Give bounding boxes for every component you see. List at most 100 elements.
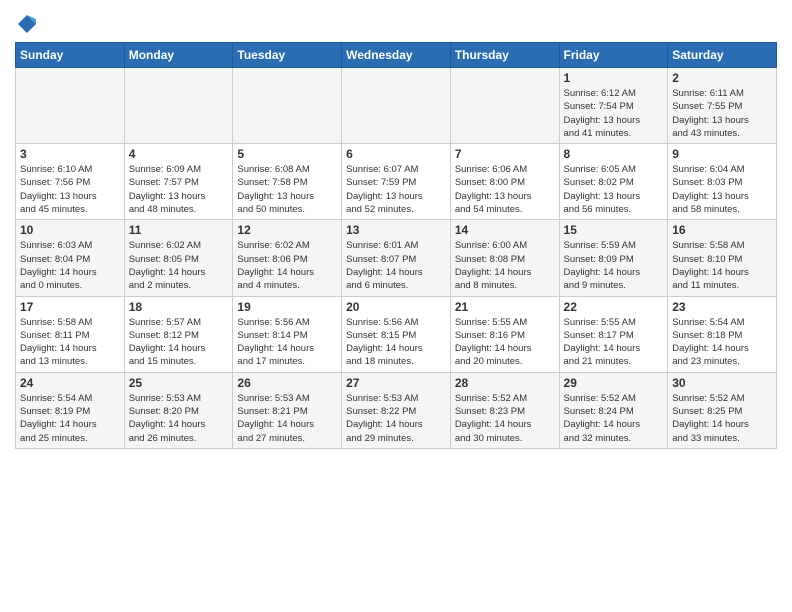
day-number: 10 bbox=[20, 223, 120, 237]
calendar-cell bbox=[124, 68, 233, 144]
day-number: 13 bbox=[346, 223, 446, 237]
day-info: Sunrise: 6:02 AM Sunset: 8:05 PM Dayligh… bbox=[129, 239, 229, 292]
calendar-cell bbox=[342, 68, 451, 144]
calendar-cell: 7Sunrise: 6:06 AM Sunset: 8:00 PM Daylig… bbox=[450, 144, 559, 220]
day-info: Sunrise: 6:05 AM Sunset: 8:02 PM Dayligh… bbox=[564, 163, 664, 216]
week-row-2: 3 Sunrise: 6:10 AM Sunset: 7:56 PM Daylig… bbox=[16, 144, 777, 220]
day-number: 11 bbox=[129, 223, 229, 237]
calendar-cell: 1 Sunrise: 6:12 AM Sunset: 7:54 PM Daylig… bbox=[559, 68, 668, 144]
calendar-cell: 9Sunrise: 6:04 AM Sunset: 8:03 PM Daylig… bbox=[668, 144, 777, 220]
calendar-cell: 16 Sunrise: 5:58 AM Sunset: 8:10 PM Dayli… bbox=[668, 220, 777, 296]
day-number: 24 bbox=[20, 376, 120, 390]
day-info: Sunrise: 5:55 AM Sunset: 8:16 PM Dayligh… bbox=[455, 316, 555, 369]
calendar-cell bbox=[233, 68, 342, 144]
day-number: 20 bbox=[346, 300, 446, 314]
day-info: Sunrise: 5:54 AM Sunset: 8:19 PM Dayligh… bbox=[20, 392, 120, 445]
day-number: 27 bbox=[346, 376, 446, 390]
calendar-cell: 29Sunrise: 5:52 AM Sunset: 8:24 PM Dayli… bbox=[559, 372, 668, 448]
day-number: 14 bbox=[455, 223, 555, 237]
weekday-row: SundayMondayTuesdayWednesdayThursdayFrid… bbox=[16, 43, 777, 68]
day-number: 22 bbox=[564, 300, 664, 314]
day-info: Sunrise: 5:56 AM Sunset: 8:14 PM Dayligh… bbox=[237, 316, 337, 369]
day-info: Sunrise: 5:58 AM Sunset: 8:10 PM Dayligh… bbox=[672, 239, 772, 292]
logo bbox=[15, 14, 37, 34]
day-number: 6 bbox=[346, 147, 446, 161]
logo-icon bbox=[17, 14, 37, 34]
day-number: 5 bbox=[237, 147, 337, 161]
calendar-cell: 10 Sunrise: 6:03 AM Sunset: 8:04 PM Dayli… bbox=[16, 220, 125, 296]
weekday-header-thursday: Thursday bbox=[450, 43, 559, 68]
calendar-cell: 12Sunrise: 6:02 AM Sunset: 8:06 PM Dayli… bbox=[233, 220, 342, 296]
day-info: Sunrise: 5:56 AM Sunset: 8:15 PM Dayligh… bbox=[346, 316, 446, 369]
calendar-cell: 8Sunrise: 6:05 AM Sunset: 8:02 PM Daylig… bbox=[559, 144, 668, 220]
calendar-cell: 25 Sunrise: 5:53 AM Sunset: 8:20 PM Dayli… bbox=[124, 372, 233, 448]
calendar-cell bbox=[16, 68, 125, 144]
calendar-header: SundayMondayTuesdayWednesdayThursdayFrid… bbox=[16, 43, 777, 68]
day-info: Sunrise: 6:03 AM Sunset: 8:04 PM Dayligh… bbox=[20, 239, 120, 292]
weekday-header-sunday: Sunday bbox=[16, 43, 125, 68]
day-number: 4 bbox=[129, 147, 229, 161]
calendar-cell: 30Sunrise: 5:52 AM Sunset: 8:25 PM Dayli… bbox=[668, 372, 777, 448]
week-row-3: 10 Sunrise: 6:03 AM Sunset: 8:04 PM Dayli… bbox=[16, 220, 777, 296]
day-info: Sunrise: 5:53 AM Sunset: 8:22 PM Dayligh… bbox=[346, 392, 446, 445]
day-info: Sunrise: 5:58 AM Sunset: 8:11 PM Dayligh… bbox=[20, 316, 120, 369]
day-info: Sunrise: 6:08 AM Sunset: 7:58 PM Dayligh… bbox=[237, 163, 337, 216]
day-info: Sunrise: 6:10 AM Sunset: 7:56 PM Dayligh… bbox=[20, 163, 120, 216]
day-info: Sunrise: 6:04 AM Sunset: 8:03 PM Dayligh… bbox=[672, 163, 772, 216]
day-info: Sunrise: 6:12 AM Sunset: 7:54 PM Dayligh… bbox=[564, 87, 664, 140]
calendar-cell: 2Sunrise: 6:11 AM Sunset: 7:55 PM Daylig… bbox=[668, 68, 777, 144]
day-number: 26 bbox=[237, 376, 337, 390]
calendar-cell: 5 Sunrise: 6:08 AM Sunset: 7:58 PM Daylig… bbox=[233, 144, 342, 220]
weekday-header-monday: Monday bbox=[124, 43, 233, 68]
calendar-cell: 18Sunrise: 5:57 AM Sunset: 8:12 PM Dayli… bbox=[124, 296, 233, 372]
day-number: 3 bbox=[20, 147, 120, 161]
calendar-cell bbox=[450, 68, 559, 144]
day-info: Sunrise: 6:01 AM Sunset: 8:07 PM Dayligh… bbox=[346, 239, 446, 292]
calendar-cell: 6 Sunrise: 6:07 AM Sunset: 7:59 PM Daylig… bbox=[342, 144, 451, 220]
calendar-cell: 28 Sunrise: 5:52 AM Sunset: 8:23 PM Dayli… bbox=[450, 372, 559, 448]
day-number: 30 bbox=[672, 376, 772, 390]
day-info: Sunrise: 5:53 AM Sunset: 8:20 PM Dayligh… bbox=[129, 392, 229, 445]
calendar-cell: 19 Sunrise: 5:56 AM Sunset: 8:14 PM Dayli… bbox=[233, 296, 342, 372]
calendar-cell: 24 Sunrise: 5:54 AM Sunset: 8:19 PM Dayli… bbox=[16, 372, 125, 448]
day-number: 29 bbox=[564, 376, 664, 390]
page: SundayMondayTuesdayWednesdayThursdayFrid… bbox=[0, 0, 792, 459]
calendar-cell: 27 Sunrise: 5:53 AM Sunset: 8:22 PM Dayli… bbox=[342, 372, 451, 448]
day-info: Sunrise: 6:07 AM Sunset: 7:59 PM Dayligh… bbox=[346, 163, 446, 216]
day-number: 17 bbox=[20, 300, 120, 314]
day-info: Sunrise: 6:06 AM Sunset: 8:00 PM Dayligh… bbox=[455, 163, 555, 216]
weekday-header-friday: Friday bbox=[559, 43, 668, 68]
day-number: 28 bbox=[455, 376, 555, 390]
calendar-cell: 14Sunrise: 6:00 AM Sunset: 8:08 PM Dayli… bbox=[450, 220, 559, 296]
day-number: 19 bbox=[237, 300, 337, 314]
calendar-cell: 4 Sunrise: 6:09 AM Sunset: 7:57 PM Daylig… bbox=[124, 144, 233, 220]
week-row-4: 17 Sunrise: 5:58 AM Sunset: 8:11 PM Dayli… bbox=[16, 296, 777, 372]
weekday-header-tuesday: Tuesday bbox=[233, 43, 342, 68]
weekday-header-saturday: Saturday bbox=[668, 43, 777, 68]
day-number: 21 bbox=[455, 300, 555, 314]
day-number: 2 bbox=[672, 71, 772, 85]
day-info: Sunrise: 5:59 AM Sunset: 8:09 PM Dayligh… bbox=[564, 239, 664, 292]
calendar-cell: 3 Sunrise: 6:10 AM Sunset: 7:56 PM Daylig… bbox=[16, 144, 125, 220]
calendar-cell: 26Sunrise: 5:53 AM Sunset: 8:21 PM Dayli… bbox=[233, 372, 342, 448]
calendar-body: 1 Sunrise: 6:12 AM Sunset: 7:54 PM Daylig… bbox=[16, 68, 777, 449]
day-info: Sunrise: 5:52 AM Sunset: 8:23 PM Dayligh… bbox=[455, 392, 555, 445]
day-info: Sunrise: 6:02 AM Sunset: 8:06 PM Dayligh… bbox=[237, 239, 337, 292]
day-info: Sunrise: 5:55 AM Sunset: 8:17 PM Dayligh… bbox=[564, 316, 664, 369]
week-row-1: 1 Sunrise: 6:12 AM Sunset: 7:54 PM Daylig… bbox=[16, 68, 777, 144]
day-number: 1 bbox=[564, 71, 664, 85]
day-info: Sunrise: 5:57 AM Sunset: 8:12 PM Dayligh… bbox=[129, 316, 229, 369]
day-number: 23 bbox=[672, 300, 772, 314]
weekday-header-wednesday: Wednesday bbox=[342, 43, 451, 68]
day-info: Sunrise: 5:54 AM Sunset: 8:18 PM Dayligh… bbox=[672, 316, 772, 369]
calendar-cell: 15 Sunrise: 5:59 AM Sunset: 8:09 PM Dayli… bbox=[559, 220, 668, 296]
calendar-cell: 21 Sunrise: 5:55 AM Sunset: 8:16 PM Dayli… bbox=[450, 296, 559, 372]
day-number: 16 bbox=[672, 223, 772, 237]
day-number: 15 bbox=[564, 223, 664, 237]
day-number: 25 bbox=[129, 376, 229, 390]
calendar-cell: 17 Sunrise: 5:58 AM Sunset: 8:11 PM Dayli… bbox=[16, 296, 125, 372]
header bbox=[15, 10, 777, 34]
calendar-cell: 22 Sunrise: 5:55 AM Sunset: 8:17 PM Dayli… bbox=[559, 296, 668, 372]
day-info: Sunrise: 6:09 AM Sunset: 7:57 PM Dayligh… bbox=[129, 163, 229, 216]
week-row-5: 24 Sunrise: 5:54 AM Sunset: 8:19 PM Dayli… bbox=[16, 372, 777, 448]
